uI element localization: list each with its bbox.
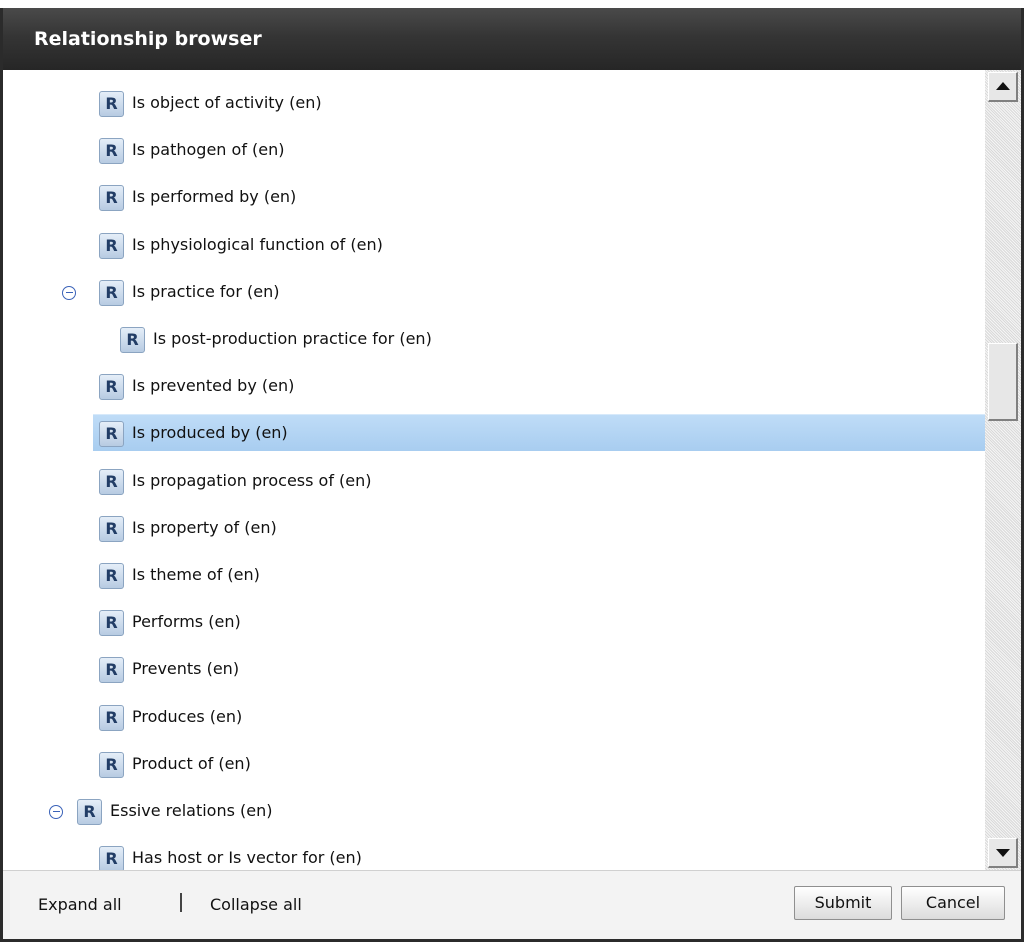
submit-button[interactable]: Submit bbox=[794, 886, 892, 920]
tree-item-label[interactable]: Is practice for (en) bbox=[132, 282, 279, 301]
expand-all-link[interactable]: Expand all bbox=[38, 895, 122, 914]
relationship-type-icon: R bbox=[99, 468, 124, 495]
tree-item-label[interactable]: Has host or Is vector for (en) bbox=[132, 848, 362, 867]
tree-row[interactable]: R Has host or Is vector for (en) bbox=[3, 845, 985, 870]
relationship-type-icon: R bbox=[99, 846, 124, 870]
tree-row[interactable]: R Is performed by (en) bbox=[3, 184, 985, 214]
scroll-down-button[interactable] bbox=[988, 838, 1018, 868]
relationship-type-icon: R bbox=[99, 751, 124, 778]
tree-row[interactable]: R Produces (en) bbox=[3, 704, 985, 734]
tree-item-label[interactable]: Is propagation process of (en) bbox=[132, 471, 372, 490]
tree-item-label[interactable]: Is produced by (en) bbox=[132, 423, 288, 442]
tree-item-label[interactable]: Is post-production practice for (en) bbox=[153, 329, 432, 348]
tree-row[interactable]: R Is property of (en) bbox=[3, 515, 985, 545]
tree-item-label[interactable]: Performs (en) bbox=[132, 612, 241, 631]
relationship-type-icon: R bbox=[99, 563, 124, 589]
tree-item-label[interactable]: Is physiological function of (en) bbox=[132, 235, 383, 254]
tree-item-label[interactable]: Product of (en) bbox=[132, 754, 251, 773]
tree-row[interactable]: R Product of (en) bbox=[3, 751, 985, 781]
relationship-type-icon: R bbox=[99, 421, 124, 448]
footer-separator bbox=[180, 893, 182, 912]
relationship-type-icon: R bbox=[99, 91, 124, 117]
collapse-icon[interactable] bbox=[49, 805, 63, 819]
tree-item-label[interactable]: Is property of (en) bbox=[132, 518, 277, 537]
tree-row[interactable]: R Essive relations (en) bbox=[3, 798, 985, 828]
tree-row[interactable]: R Is pathogen of (en) bbox=[3, 137, 985, 167]
tree-item-label[interactable]: Is prevented by (en) bbox=[132, 376, 294, 395]
relationship-type-icon: R bbox=[99, 232, 124, 259]
tree-row[interactable]: R Is produced by (en) bbox=[3, 414, 985, 452]
tree-item-label[interactable]: Is pathogen of (en) bbox=[132, 140, 285, 159]
relationship-type-icon: R bbox=[99, 657, 124, 684]
tree-row[interactable]: R Performs (en) bbox=[3, 609, 985, 639]
relationship-tree: R Is object of activity (en) R Is pathogen … bbox=[3, 70, 985, 870]
title-bar[interactable]: Relationship browser bbox=[3, 8, 1021, 70]
tree-row[interactable]: R Prevents (en) bbox=[3, 656, 985, 686]
relationship-type-icon: R bbox=[99, 704, 124, 731]
dialog-footer: Expand all Collapse all Submit Cancel bbox=[3, 870, 1021, 939]
relationship-type-icon: R bbox=[99, 279, 124, 306]
collapse-all-link[interactable]: Collapse all bbox=[210, 895, 302, 914]
arrow-up-icon bbox=[996, 82, 1010, 90]
tree-row[interactable]: R Is practice for (en) bbox=[3, 279, 985, 309]
relationship-type-icon: R bbox=[120, 327, 145, 353]
scrollbar-thumb[interactable] bbox=[988, 343, 1018, 421]
tree-row[interactable]: R Is theme of (en) bbox=[3, 562, 985, 592]
tree-row[interactable]: R Is post-production practice for (en) bbox=[3, 326, 985, 356]
tree-row[interactable]: R Is object of activity (en) bbox=[3, 90, 985, 120]
relationship-type-icon: R bbox=[99, 374, 124, 401]
relationship-type-icon: R bbox=[77, 799, 102, 825]
tree-item-label[interactable]: Is object of activity (en) bbox=[132, 93, 322, 112]
tree-row[interactable]: R Is physiological function of (en) bbox=[3, 232, 985, 262]
tree-row[interactable]: R Is propagation process of (en) bbox=[3, 468, 985, 498]
arrow-down-icon bbox=[996, 849, 1010, 857]
vertical-scrollbar[interactable] bbox=[985, 70, 1021, 870]
tree-item-label[interactable]: Prevents (en) bbox=[132, 659, 239, 678]
scroll-up-button[interactable] bbox=[988, 72, 1018, 102]
tree-item-label[interactable]: Essive relations (en) bbox=[110, 801, 272, 820]
relationship-type-icon: R bbox=[99, 185, 124, 212]
top-strip bbox=[0, 0, 1024, 8]
tree-item-label[interactable]: Produces (en) bbox=[132, 707, 242, 726]
relationship-type-icon: R bbox=[99, 610, 124, 637]
relationship-browser-dialog: Relationship browser R Is object of activ… bbox=[0, 8, 1024, 942]
collapse-icon[interactable] bbox=[62, 285, 76, 300]
tree-row[interactable]: R Is prevented by (en) bbox=[3, 373, 985, 403]
relationship-type-icon: R bbox=[99, 138, 124, 165]
dialog-title: Relationship browser bbox=[34, 28, 262, 50]
tree-item-label[interactable]: Is theme of (en) bbox=[132, 565, 260, 584]
relationship-type-icon: R bbox=[99, 515, 124, 542]
cancel-button[interactable]: Cancel bbox=[901, 886, 1005, 920]
tree-item-label[interactable]: Is performed by (en) bbox=[132, 187, 296, 206]
